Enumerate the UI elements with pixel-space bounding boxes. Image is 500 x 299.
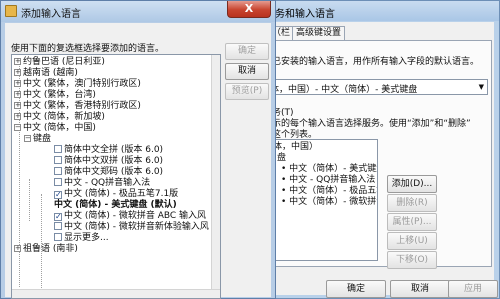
- tree-item-default[interactable]: 中文 (简体) - 美式键盘 (默认): [54, 200, 177, 211]
- tree-item[interactable]: + 祖鲁语 (南非): [14, 244, 78, 255]
- add-button[interactable]: 添加(D)...: [387, 175, 437, 193]
- list-item[interactable]: • 中文 - QQ拼音输入法: [281, 175, 375, 186]
- checkbox-checked[interactable]: ✓: [54, 213, 62, 221]
- close-icon: X: [244, 2, 254, 15]
- checkbox[interactable]: [54, 156, 62, 164]
- tree-item[interactable]: + 中文 (繁体，香港特别行政区): [14, 101, 141, 112]
- tree-item[interactable]: + 越南语 (越南): [14, 68, 78, 79]
- collapse-icon[interactable]: −: [24, 135, 31, 142]
- ok-button[interactable]: 确定: [326, 280, 386, 298]
- expand-icon[interactable]: +: [14, 80, 21, 87]
- expand-icon[interactable]: +: [14, 69, 21, 76]
- tree-item[interactable]: + 中文 (繁体，澳门特别行政区): [14, 79, 141, 90]
- list-item[interactable]: • 中文（简体）- 极品五笔7.1版: [281, 186, 377, 197]
- cancel-button[interactable]: 取消: [225, 63, 269, 80]
- apply-button[interactable]: 应用: [448, 280, 498, 298]
- list-item[interactable]: 盘: [277, 153, 286, 164]
- language-tree[interactable]: + 约鲁巴语 (尼日利亚) + 越南语 (越南) + 中文 (繁体，澳门特别行政区) …: [11, 54, 221, 299]
- remove-button[interactable]: 删除(R): [387, 194, 437, 212]
- checkbox[interactable]: [54, 222, 62, 230]
- list-item[interactable]: • 中文（简体）- 微软拼音 ABC 输入风: [281, 197, 377, 208]
- tab-advanced-key-settings[interactable]: 高级键设置: [292, 26, 346, 40]
- checkbox[interactable]: [54, 178, 62, 186]
- close-button[interactable]: X: [227, 1, 271, 18]
- properties-button[interactable]: 属性(P)...: [387, 213, 437, 231]
- tree-item[interactable]: 简体中文郑码 (版本 6.0): [54, 167, 163, 178]
- instruction-text: 使用下面的复选框选择要添加的语言。: [11, 44, 165, 54]
- move-down-button[interactable]: 下移(O): [387, 251, 437, 269]
- tree-item[interactable]: ✓ 中文 (简体) - 微软拼音 ABC 输入风: [54, 211, 206, 222]
- installed-services-list[interactable]: 体，中国） 盘 • 中文（简体）- 美式键盘 • 中文 - QQ拼音输入法 • …: [266, 139, 378, 261]
- checkbox[interactable]: [54, 233, 62, 241]
- default-language-combobox[interactable]: 体，中国）- 中文（简体）- 美式键盘 ▼: [266, 79, 488, 95]
- list-item[interactable]: • 中文（简体）- 美式键盘: [281, 164, 377, 175]
- expand-icon[interactable]: +: [14, 102, 21, 109]
- list-item[interactable]: 体，中国）: [273, 142, 318, 153]
- tree-item[interactable]: 简体中文双拼 (版本 6.0): [54, 156, 163, 167]
- default-language-description: 一已安装的输入语言，用作所有输入字段的默认语言。: [263, 57, 480, 67]
- show-more-item[interactable]: 显示更多...: [54, 233, 109, 244]
- checkbox[interactable]: [54, 145, 62, 153]
- tree-item[interactable]: + 中文 (繁体，台湾): [14, 90, 96, 101]
- checkbox-checked[interactable]: ✓: [54, 191, 62, 199]
- tree-guide-line: [29, 179, 30, 221]
- expand-icon[interactable]: +: [14, 58, 21, 65]
- title-bar: 添加输入语言 X: [1, 1, 275, 22]
- tree-item-keyboard-group[interactable]: − 键盘: [24, 134, 51, 145]
- expand-icon[interactable]: +: [14, 113, 21, 120]
- add-input-language-dialog: 添加输入语言 X 使用下面的复选框选择要添加的语言。 + 约鲁巴语 (尼日利亚) …: [0, 0, 276, 299]
- tree-item[interactable]: ✓ 中文 (简体) - 极品五笔7.1版: [54, 189, 178, 200]
- expand-icon[interactable]: +: [14, 245, 21, 252]
- horizontal-scrollbar[interactable]: [12, 289, 220, 298]
- dialog-body: 使用下面的复选框选择要添加的语言。 + 约鲁巴语 (尼日利亚) + 越南语 (越南)…: [5, 23, 271, 299]
- dialog-title: 添加输入语言: [21, 9, 81, 20]
- tree-item[interactable]: + 约鲁巴语 (尼日利亚): [14, 57, 105, 68]
- move-up-button[interactable]: 上移(U): [387, 232, 437, 250]
- cancel-button[interactable]: 取消: [390, 280, 450, 298]
- tree-item[interactable]: 中文 - QQ拼音输入法: [54, 178, 150, 189]
- ok-button[interactable]: 确定: [225, 43, 269, 60]
- tree-item[interactable]: − 中文 (简体，中国): [14, 123, 96, 134]
- expand-icon[interactable]: +: [14, 91, 21, 98]
- language-icon: [5, 5, 17, 17]
- tree-item[interactable]: 简体中文全拼 (版本 6.0): [54, 145, 163, 156]
- collapse-icon[interactable]: −: [14, 124, 21, 131]
- chevron-down-icon[interactable]: ▼: [479, 83, 484, 91]
- default-language-value: 体，中国）- 中文（简体）- 美式键盘: [270, 85, 418, 95]
- tree-item[interactable]: + 中文 (简体，新加坡): [14, 112, 105, 123]
- tree-item[interactable]: 中文 (简体) - 微软拼音新体验输入风: [54, 222, 209, 233]
- checkbox[interactable]: [54, 167, 62, 175]
- preview-button[interactable]: 预览(P): [225, 83, 269, 100]
- vertical-scrollbar[interactable]: [211, 55, 220, 298]
